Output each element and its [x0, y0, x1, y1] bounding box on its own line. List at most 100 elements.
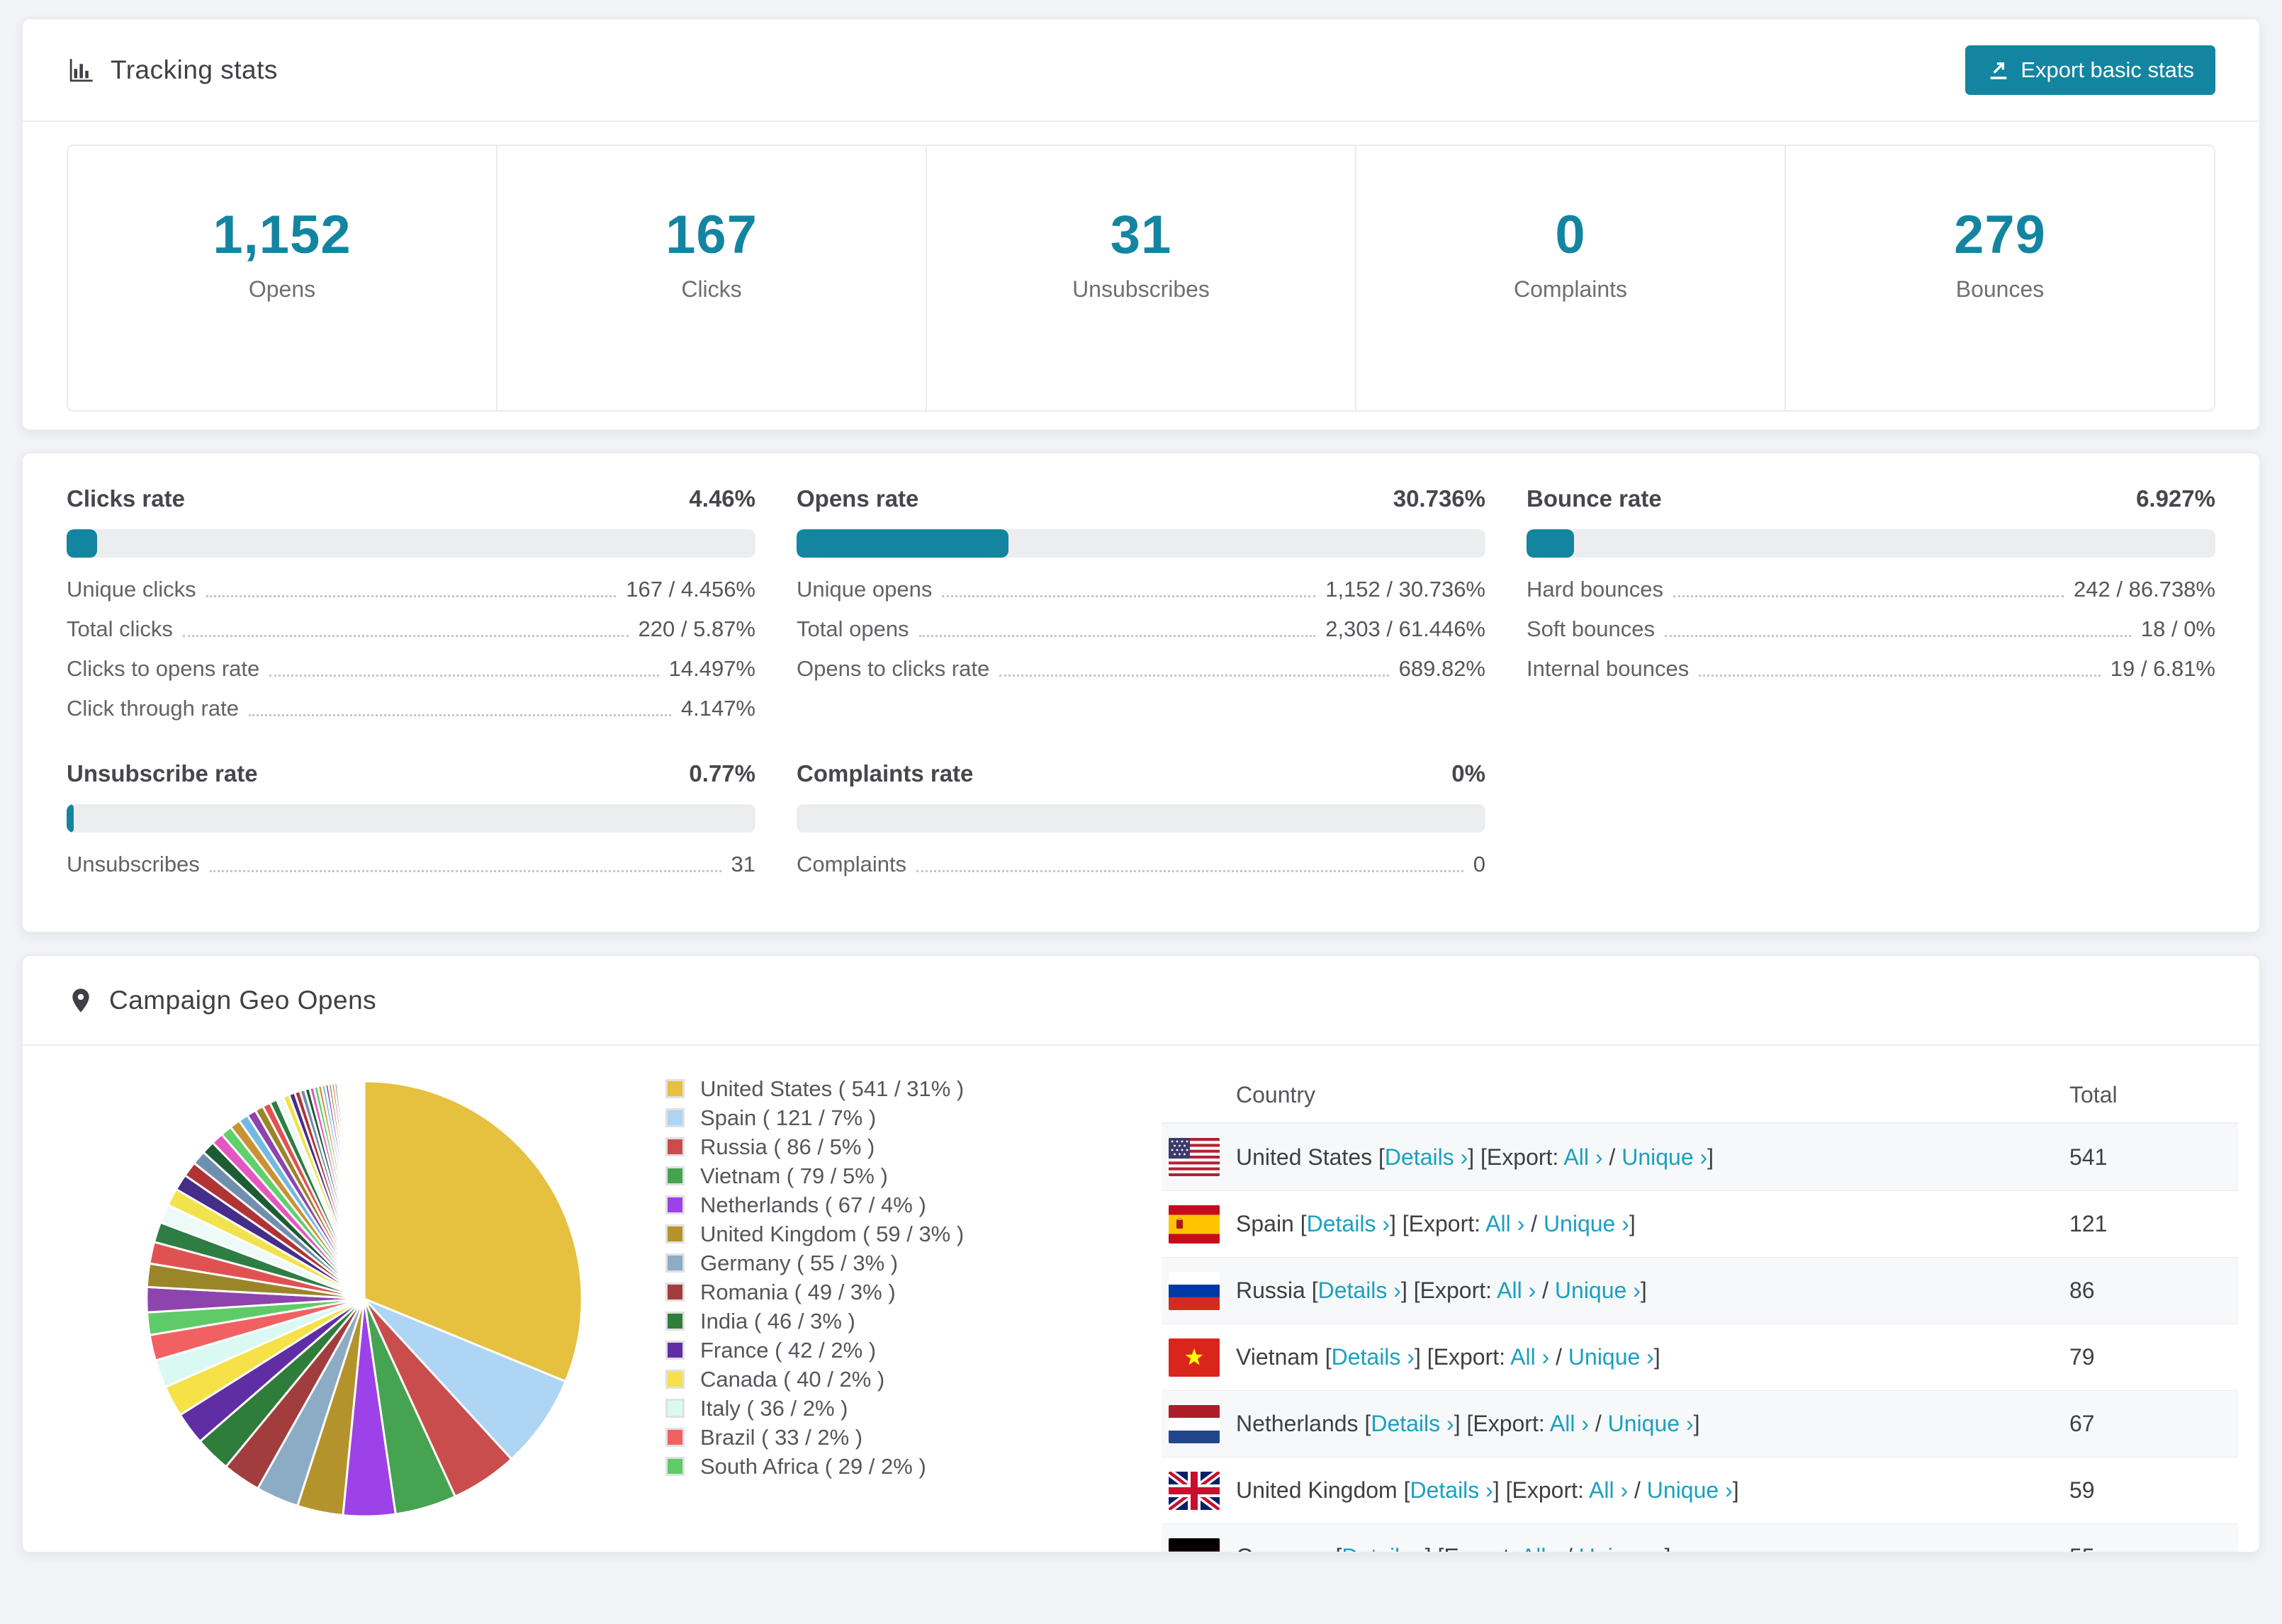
legend-item-france[interactable]: France ( 42 / 2% ) [665, 1336, 1162, 1365]
opens-rate-section: Opens rate 30.736% Unique opens 1,152 / 3… [797, 485, 1485, 726]
geo-table-body: United States [Details ›] [Export: All ›… [1162, 1124, 2238, 1552]
export-all-link[interactable]: All › [1563, 1144, 1602, 1170]
rate-row: Total opens 2,303 / 61.446% [797, 616, 1485, 641]
legend-item-south-africa[interactable]: South Africa ( 29 / 2% ) [665, 1452, 1162, 1481]
details-link[interactable]: Details › [1332, 1344, 1415, 1370]
export-unique-link[interactable]: Unique › [1579, 1544, 1665, 1552]
russia-flag-icon [1169, 1271, 1220, 1310]
legend-item-vietnam[interactable]: Vietnam ( 79 / 5% ) [665, 1161, 1162, 1190]
country-column-header: Country [1236, 1081, 1316, 1107]
bar-chart-icon [67, 55, 96, 85]
clicks-rate-section: Clicks rate 4.46% Unique clicks 167 / 4.4… [67, 485, 755, 726]
legend-swatch [665, 1137, 685, 1156]
export-all-link[interactable]: All › [1550, 1411, 1589, 1436]
rate-row: Total clicks 220 / 5.87% [67, 616, 755, 641]
legend-swatch [665, 1108, 685, 1127]
legend-swatch [665, 1079, 685, 1098]
complaints-rate-bar [797, 804, 1485, 833]
details-link[interactable]: Details › [1307, 1211, 1390, 1236]
row-total: 541 [2069, 1144, 2108, 1170]
export-all-link[interactable]: All › [1497, 1278, 1536, 1303]
export-all-link[interactable]: All › [1521, 1544, 1560, 1552]
unsubscribes-count: 31 [1110, 205, 1172, 265]
opens-rate-value: 30.736% [1393, 485, 1485, 512]
legend-swatch [665, 1224, 685, 1244]
rate-row: Internal bounces 19 / 6.81% [1527, 655, 2215, 681]
legend-swatch [665, 1399, 685, 1418]
details-link[interactable]: Details › [1371, 1411, 1454, 1436]
export-unique-link[interactable]: Unique › [1608, 1411, 1694, 1436]
bounces-count: 279 [1954, 205, 2046, 265]
rate-row: Complaints 0 [797, 851, 1485, 876]
stat-complaints: 0 Complaints [1355, 146, 1784, 410]
legend-item-netherlands[interactable]: Netherlands ( 67 / 4% ) [665, 1190, 1162, 1219]
export-unique-link[interactable]: Unique › [1568, 1344, 1654, 1370]
stat-bounces: 279 Bounces [1784, 146, 2214, 410]
legend-item-united-states[interactable]: United States ( 541 / 31% ) [665, 1074, 1162, 1103]
rate-row: Hard bounces 242 / 86.738% [1527, 576, 2215, 602]
opens-count: 1,152 [213, 205, 352, 265]
legend-item-india[interactable]: India ( 46 / 3% ) [665, 1307, 1162, 1336]
rate-row: Unique clicks 167 / 4.456% [67, 576, 755, 602]
row-total: 86 [2069, 1278, 2095, 1303]
bounce-rate-value: 6.927% [2136, 485, 2215, 512]
legend-swatch [665, 1341, 685, 1360]
legend-item-spain[interactable]: Spain ( 121 / 7% ) [665, 1103, 1162, 1132]
legend-item-united-kingdom[interactable]: United Kingdom ( 59 / 3% ) [665, 1219, 1162, 1248]
unsubscribe-rate-section: Unsubscribe rate 0.77% Unsubscribes 31 [67, 760, 755, 882]
stat-opens: 1,152 Opens [68, 146, 496, 410]
uk-flag-icon [1169, 1471, 1220, 1510]
legend-swatch [665, 1282, 685, 1302]
legend-swatch [665, 1253, 685, 1273]
export-unique-link[interactable]: Unique › [1647, 1477, 1733, 1503]
legend-item-germany[interactable]: Germany ( 55 / 3% ) [665, 1248, 1162, 1278]
legend-swatch [665, 1312, 685, 1331]
export-all-link[interactable]: All › [1510, 1344, 1549, 1370]
legend-swatch [665, 1195, 685, 1214]
geo-opens-card: Campaign Geo Opens United States ( 541 /… [21, 954, 2261, 1553]
clicks-rate-title: Clicks rate [67, 485, 185, 512]
rates-card: Clicks rate 4.46% Unique clicks 167 / 4.4… [21, 452, 2261, 933]
geo-opens-pie-chart[interactable] [141, 1076, 588, 1522]
complaints-rate-title: Complaints rate [797, 760, 974, 786]
details-link[interactable]: Details › [1342, 1544, 1424, 1552]
export-all-link[interactable]: All › [1589, 1477, 1628, 1503]
export-all-link[interactable]: All › [1485, 1211, 1524, 1236]
complaints-count: 0 [1555, 205, 1586, 265]
geo-title: Campaign Geo Opens [109, 985, 377, 1015]
opens-rate-bar [797, 529, 1485, 558]
tracking-stats-card: Tracking stats Export basic stats 1,152 … [21, 18, 2261, 431]
details-link[interactable]: Details › [1318, 1278, 1401, 1303]
export-unique-link[interactable]: Unique › [1621, 1144, 1707, 1170]
export-unique-link[interactable]: Unique › [1555, 1278, 1641, 1303]
legend-swatch [665, 1457, 685, 1476]
legend-item-italy[interactable]: Italy ( 36 / 2% ) [665, 1394, 1162, 1423]
legend-swatch [665, 1428, 685, 1447]
geo-table-row-russia: Russia [Details ›] [Export: All › / Uniq… [1162, 1257, 2238, 1324]
vietnam-flag-icon [1169, 1338, 1220, 1377]
details-link[interactable]: Details › [1410, 1477, 1493, 1503]
export-unique-link[interactable]: Unique › [1544, 1211, 1629, 1236]
complaints-rate-value: 0% [1451, 760, 1485, 786]
geo-card-header: Campaign Geo Opens [23, 956, 2259, 1044]
legend-item-canada[interactable]: Canada ( 40 / 2% ) [665, 1365, 1162, 1394]
spain-flag-icon [1169, 1205, 1220, 1244]
page-title: Tracking stats [111, 55, 278, 84]
row-total: 59 [2069, 1477, 2095, 1503]
geo-table-row-spain: Spain [Details ›] [Export: All › / Uniqu… [1162, 1190, 2238, 1257]
row-total: 121 [2069, 1211, 2108, 1236]
rate-row: Opens to clicks rate 689.82% [797, 655, 1485, 681]
details-link[interactable]: Details › [1385, 1144, 1468, 1170]
geo-table-row-vietnam: Vietnam [Details ›] [Export: All › / Uni… [1162, 1324, 2238, 1390]
tracking-stats-header: Tracking stats Export basic stats [23, 19, 2259, 120]
germany-flag-icon [1169, 1538, 1220, 1552]
geo-table-header: Country Total [1162, 1067, 2238, 1124]
legend-item-brazil[interactable]: Brazil ( 33 / 2% ) [665, 1423, 1162, 1452]
geo-table-row-united-kingdom: United Kingdom [Details ›] [Export: All … [1162, 1457, 2238, 1523]
rate-row: Click through rate 4.147% [67, 695, 755, 721]
opens-rate-title: Opens rate [797, 485, 919, 512]
legend-item-russia[interactable]: Russia ( 86 / 5% ) [665, 1132, 1162, 1161]
legend-item-romania[interactable]: Romania ( 49 / 3% ) [665, 1278, 1162, 1307]
bounce-rate-section: Bounce rate 6.927% Hard bounces 242 / 86.… [1527, 485, 2215, 726]
export-basic-stats-button[interactable]: Export basic stats [1965, 45, 2215, 95]
